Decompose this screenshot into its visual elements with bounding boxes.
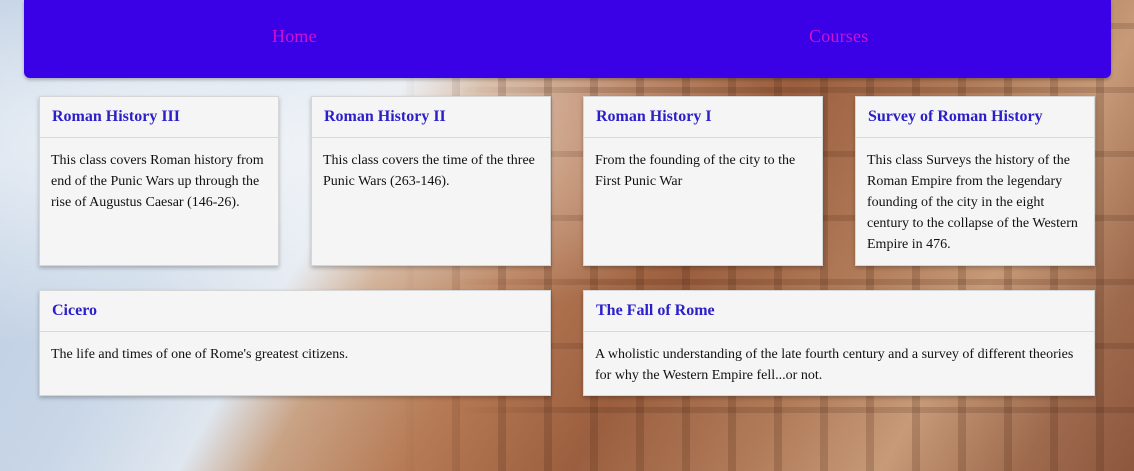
card-header: Roman History III	[40, 97, 278, 138]
card-title[interactable]: Survey of Roman History	[868, 108, 1082, 126]
nav-home-link[interactable]: Home	[272, 26, 317, 47]
card-header: Survey of Roman History	[856, 97, 1094, 138]
card-description: The life and times of one of Rome's grea…	[51, 347, 349, 362]
card-header: The Fall of Rome	[584, 291, 1094, 332]
course-card-roman-history-iii[interactable]: Roman History III This class covers Roma…	[39, 96, 279, 266]
card-header: Cicero	[40, 291, 550, 332]
card-description: This class covers the time of the three …	[323, 153, 535, 189]
course-card-cicero[interactable]: Cicero The life and times of one of Rome…	[39, 290, 551, 396]
card-description: This class covers Roman history from end…	[51, 153, 264, 210]
course-card-roman-history-i[interactable]: Roman History I From the founding of the…	[583, 96, 823, 266]
course-card-the-fall-of-rome[interactable]: The Fall of Rome A wholistic understandi…	[583, 290, 1095, 396]
card-title[interactable]: Roman History I	[596, 108, 810, 126]
course-card-roman-history-ii[interactable]: Roman History II This class covers the t…	[311, 96, 551, 266]
card-title[interactable]: Roman History III	[52, 108, 266, 126]
course-card-survey-of-roman-history[interactable]: Survey of Roman History This class Surve…	[855, 96, 1095, 266]
nav-courses-link[interactable]: Courses	[809, 26, 868, 47]
card-description: This class Surveys the history of the Ro…	[867, 153, 1078, 252]
card-title[interactable]: Roman History II	[324, 108, 538, 126]
card-header: Roman History I	[584, 97, 822, 138]
top-navbar: Home Courses	[24, 0, 1111, 78]
card-header: Roman History II	[312, 97, 550, 138]
card-title[interactable]: The Fall of Rome	[596, 302, 1082, 320]
card-title[interactable]: Cicero	[52, 302, 538, 320]
card-description: From the founding of the city to the Fir…	[595, 153, 796, 189]
card-description: A wholistic understanding of the late fo…	[595, 347, 1074, 383]
